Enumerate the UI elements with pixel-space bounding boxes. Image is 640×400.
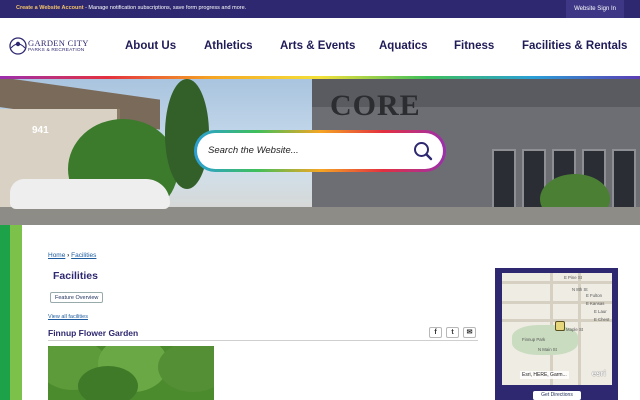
nav-fitness[interactable]: Fitness bbox=[454, 40, 494, 52]
nav-about-us[interactable]: About Us bbox=[125, 40, 176, 52]
email-share-icon[interactable]: ✉ bbox=[463, 327, 476, 338]
map-attribution: Esri, HERE, Garm... bbox=[520, 371, 569, 379]
title-divider bbox=[48, 340, 478, 341]
nav-facilities-rentals[interactable]: Facilities & Rentals bbox=[522, 40, 627, 52]
account-message-text: - Manage notification subscriptions, sav… bbox=[83, 5, 247, 11]
feature-overview-button[interactable]: Feature Overview bbox=[50, 292, 104, 303]
map-label: Finnup Park bbox=[522, 337, 546, 342]
building-window bbox=[612, 149, 636, 209]
facility-map[interactable]: E Pine St E Laur E Chest E Fulton E Kans… bbox=[502, 273, 612, 385]
building-sign: CORE bbox=[330, 89, 421, 122]
sun-logo-icon bbox=[9, 37, 27, 55]
map-label: N Main St bbox=[538, 347, 557, 352]
sign-in-button[interactable]: Website Sign In bbox=[566, 0, 624, 18]
map-label: E Chest bbox=[594, 317, 610, 322]
nav-arts-events[interactable]: Arts & Events bbox=[280, 40, 355, 52]
breadcrumb-home[interactable]: Home bbox=[48, 252, 65, 259]
search-input[interactable]: Search the Website... bbox=[208, 145, 299, 156]
map-marker-icon[interactable] bbox=[555, 321, 565, 331]
hero-car bbox=[10, 179, 170, 209]
left-accent-bar bbox=[0, 225, 22, 400]
map-label: E Laur bbox=[594, 309, 607, 314]
map-label: N 8th St bbox=[572, 287, 588, 292]
site-search[interactable]: Search the Website... bbox=[194, 130, 446, 172]
photo-foliage bbox=[78, 366, 138, 400]
building-window bbox=[492, 149, 516, 209]
create-account-link[interactable]: Create a Website Account bbox=[16, 5, 84, 11]
map-label: E Fulton bbox=[586, 293, 603, 298]
photo-foliage bbox=[158, 346, 214, 392]
search-input-wrap[interactable]: Search the Website... bbox=[197, 133, 443, 169]
facility-photo bbox=[48, 346, 214, 400]
house-number: 941 bbox=[32, 125, 49, 136]
map-label: E Maple St bbox=[562, 327, 584, 332]
site-logo[interactable]: GARDEN CITY PARKS & RECREATION bbox=[8, 35, 100, 59]
map-label: E Kansas bbox=[586, 301, 605, 306]
get-directions-button[interactable]: Get Directions bbox=[533, 391, 581, 400]
hero-ground bbox=[0, 207, 640, 225]
account-message: Create a Website Account - Manage notifi… bbox=[16, 5, 246, 11]
breadcrumb: Home › Facilities bbox=[48, 252, 96, 259]
view-all-facilities-link[interactable]: View all facilities bbox=[48, 314, 88, 320]
map-label: E Pine St bbox=[564, 275, 582, 280]
twitter-share-icon[interactable]: t bbox=[446, 327, 459, 338]
search-icon[interactable] bbox=[413, 141, 433, 161]
nav-aquatics[interactable]: Aquatics bbox=[379, 40, 428, 52]
top-utility-bar: Create a Website Account - Manage notifi… bbox=[0, 0, 640, 18]
breadcrumb-facilities[interactable]: Facilities bbox=[71, 252, 96, 259]
breadcrumb-separator: › bbox=[67, 252, 70, 259]
page-title: Facilities bbox=[53, 270, 98, 282]
site-header: GARDEN CITY PARKS & RECREATION About Us … bbox=[0, 18, 640, 76]
esri-logo: esri bbox=[591, 369, 606, 378]
map-road bbox=[502, 281, 612, 284]
facebook-share-icon[interactable]: f bbox=[429, 327, 442, 338]
logo-title: GARDEN CITY bbox=[28, 38, 89, 48]
facility-title: Finnup Flower Garden bbox=[48, 328, 139, 338]
logo-subtitle: PARKS & RECREATION bbox=[28, 48, 85, 53]
nav-athletics[interactable]: Athletics bbox=[204, 40, 253, 52]
